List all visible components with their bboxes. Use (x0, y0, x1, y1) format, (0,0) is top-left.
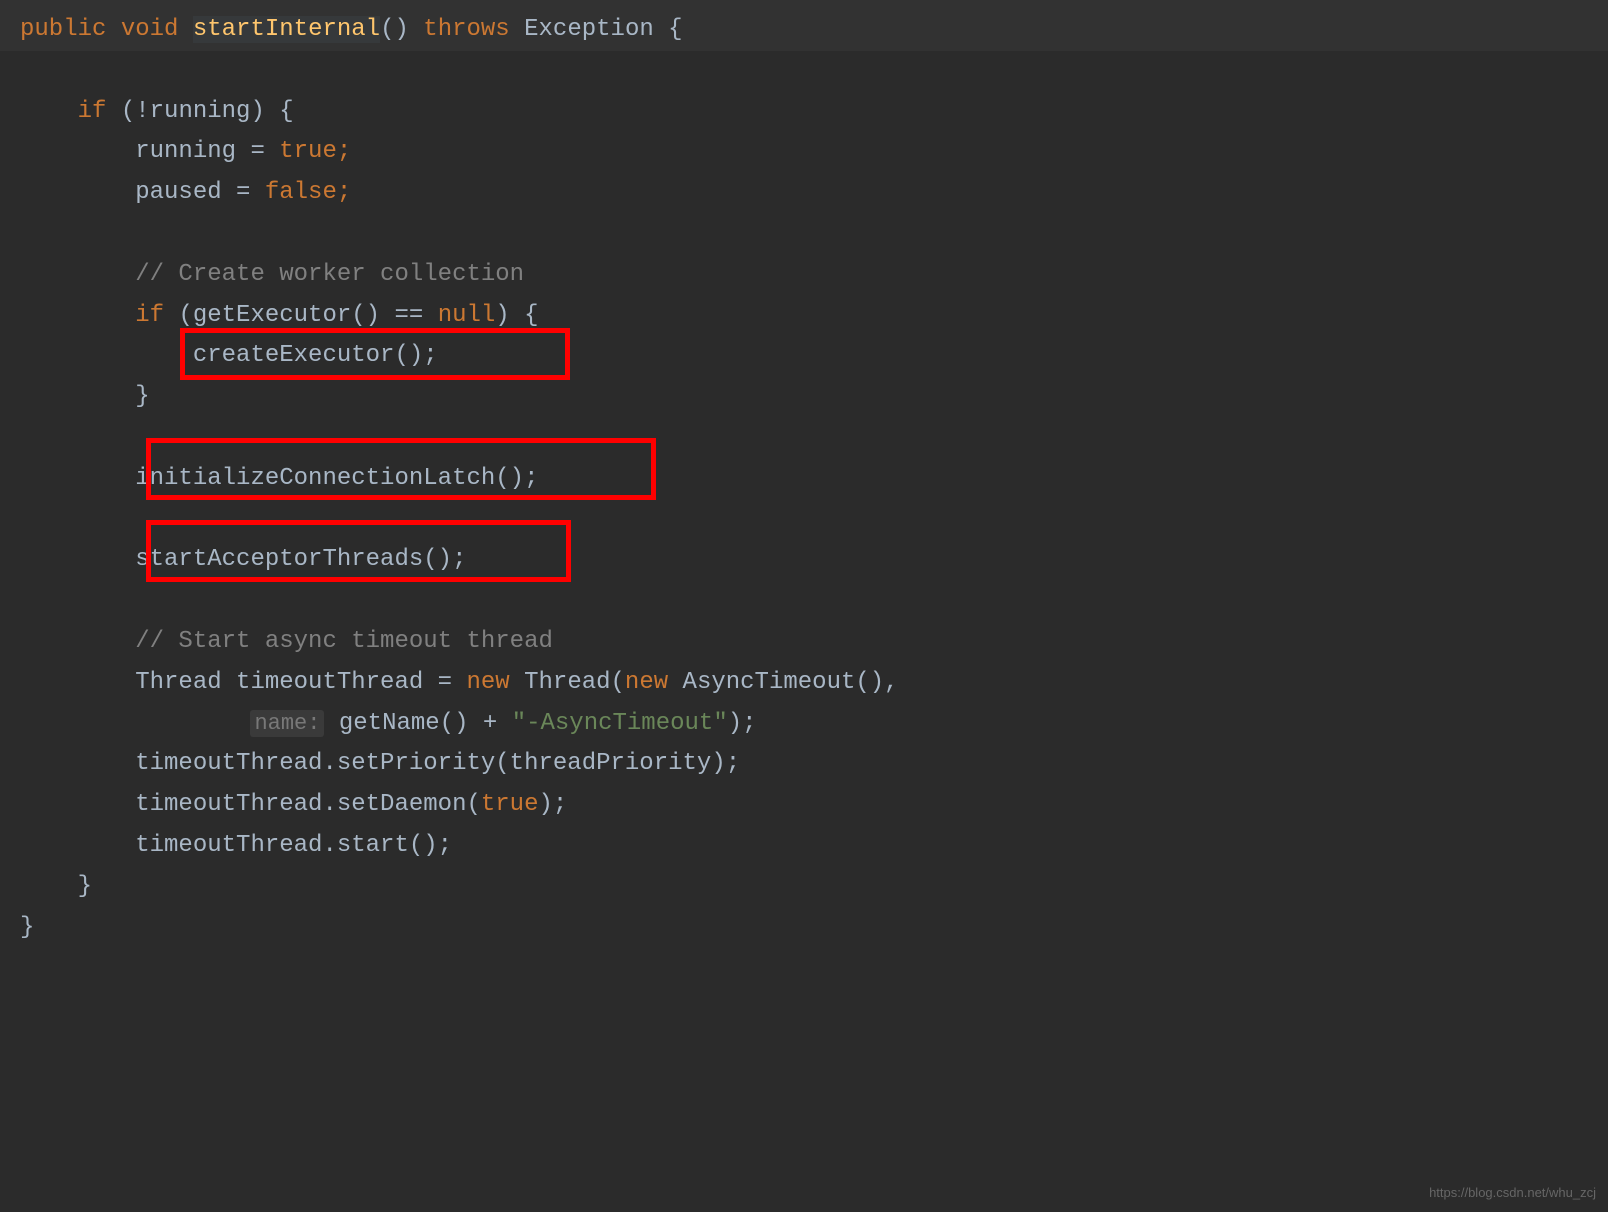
code-line-blank (20, 581, 1588, 622)
code-line-21: timeoutThread.start(); (20, 826, 1588, 867)
closing-brace: } (78, 873, 92, 900)
code-line-blank (20, 500, 1588, 541)
constructor: Thread( (510, 669, 625, 696)
comment: // Create worker collection (135, 261, 524, 288)
code-line-blank (20, 214, 1588, 255)
method-call: timeoutThread.setPriority(threadPriority… (135, 750, 740, 777)
keyword-if: if (135, 302, 164, 329)
method-call: timeoutThread.start(); (135, 832, 452, 859)
code-line-18: name: getName() + "-AsyncTimeout"); (20, 704, 1588, 745)
assignment: paused = (135, 179, 265, 206)
param-hint: name: (250, 710, 324, 737)
code-line-17: Thread timeoutThread = new Thread(new As… (20, 663, 1588, 704)
code-line-12: initializeConnectionLatch(); (20, 459, 1588, 500)
code-editor[interactable]: public void startInternal() throws Excep… (0, 0, 1608, 958)
code-line-blank (20, 51, 1588, 92)
code-line-8: if (getExecutor() == null) { (20, 296, 1588, 337)
code-line-10: } (20, 377, 1588, 418)
method-call: getName() + (324, 710, 511, 737)
code-line-22: } (20, 867, 1588, 908)
keyword-if: if (78, 98, 107, 125)
condition-rest: ) { (495, 302, 538, 329)
string-literal: "-AsyncTimeout" (512, 710, 728, 737)
declaration: Thread timeoutThread = (135, 669, 466, 696)
parens: () (380, 16, 409, 43)
semicolon: ; (337, 179, 351, 206)
exception-type: Exception (524, 16, 654, 43)
keyword-new: new (466, 669, 509, 696)
code-line-7: // Create worker collection (20, 255, 1588, 296)
condition: (!running) (121, 98, 265, 125)
code-line-blank (20, 418, 1588, 459)
keyword-false: false (265, 179, 337, 206)
brace: } (135, 383, 149, 410)
code-line-14: startAcceptorThreads(); (20, 540, 1588, 581)
semicolon: ; (337, 138, 351, 165)
code-line-4: running = true; (20, 132, 1588, 173)
keyword-null: null (438, 302, 496, 329)
keyword-throws: throws (423, 16, 509, 43)
code-line-20: timeoutThread.setDaemon(true); (20, 785, 1588, 826)
method-name: startInternal (193, 16, 380, 43)
comment: // Start async timeout thread (135, 628, 553, 655)
keyword-true: true (279, 138, 337, 165)
watermark: https://blog.csdn.net/whu_zcj (1429, 1182, 1596, 1204)
code-line-23: } (20, 908, 1588, 949)
end: ); (728, 710, 757, 737)
code-line-19: timeoutThread.setPriority(threadPriority… (20, 744, 1588, 785)
keyword-true: true (481, 791, 539, 818)
code-line-16: // Start async timeout thread (20, 622, 1588, 663)
keyword-new: new (625, 669, 668, 696)
code-line-9: createExecutor(); (20, 336, 1588, 377)
keyword-void: void (121, 16, 179, 43)
keyword-public: public (20, 16, 106, 43)
assignment: running = (135, 138, 279, 165)
brace: { (279, 98, 293, 125)
code-line-1: public void startInternal() throws Excep… (0, 0, 1608, 51)
code-line-5: paused = false; (20, 173, 1588, 214)
closing-brace: } (20, 914, 34, 941)
method-call: timeoutThread.setDaemon( (135, 791, 481, 818)
brace: { (668, 16, 682, 43)
end: ); (538, 791, 567, 818)
condition-call: (getExecutor() == (178, 302, 437, 329)
method-call: initializeConnectionLatch(); (135, 465, 538, 492)
constructor-end: AsyncTimeout(), (668, 669, 898, 696)
method-call: createExecutor(); (193, 342, 438, 369)
code-line-3: if (!running) { (20, 92, 1588, 133)
method-call: startAcceptorThreads(); (135, 546, 466, 573)
